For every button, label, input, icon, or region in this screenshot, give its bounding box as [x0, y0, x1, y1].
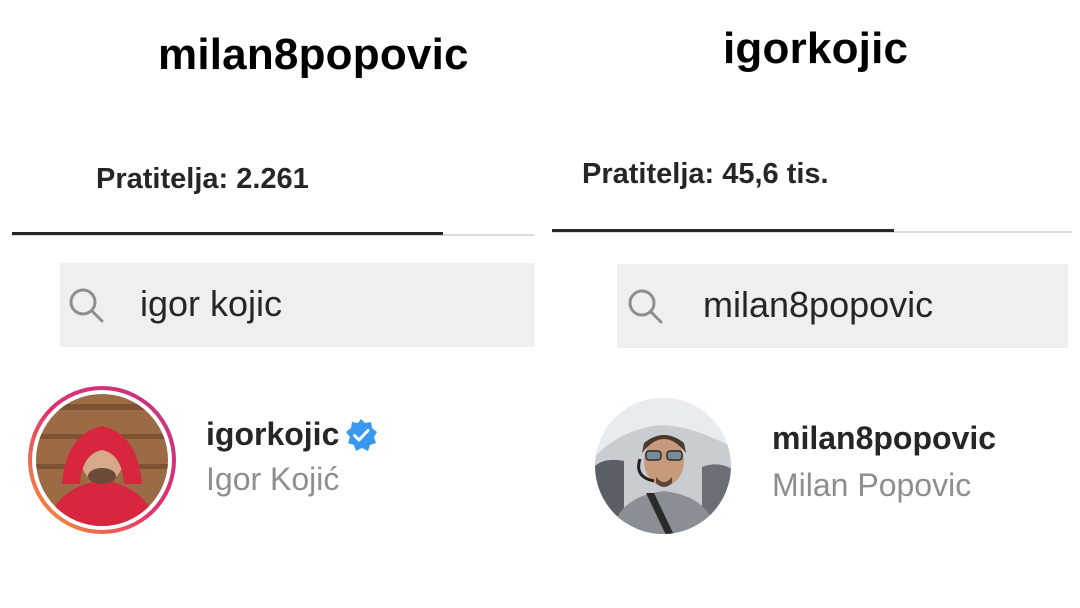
tab-active-indicator [12, 232, 443, 235]
followers-search-bar[interactable]: igor kojic [60, 263, 534, 347]
profile-username-title: igorkojic [723, 24, 909, 73]
followers-tab-label[interactable]: Pratitelja: 45,6 tis. [582, 158, 829, 191]
search-icon [628, 289, 663, 324]
avatar[interactable] [26, 384, 178, 536]
profile-username-title: milan8popovic [158, 30, 469, 79]
result-username[interactable]: igorkojic [206, 416, 339, 453]
result-full-name: Igor Kojić [206, 461, 340, 497]
search-result-row[interactable]: igorkojic Igor Kojić [0, 380, 540, 534]
search-icon [69, 288, 104, 323]
search-input[interactable]: igor kojic [140, 283, 282, 325]
profile-panel-igorkojic: igorkojic Pratitelja: 45,6 tis. milan8po… [540, 0, 1080, 608]
search-result-row[interactable]: milan8popovic Milan Popovic [540, 380, 1080, 534]
result-username[interactable]: milan8popovic [772, 420, 996, 457]
tab-active-indicator [552, 229, 894, 232]
followers-tab-label[interactable]: Pratitelja: 2.261 [96, 163, 309, 196]
result-full-name: Milan Popovic [772, 467, 972, 503]
avatar[interactable] [594, 397, 732, 535]
followers-search-bar[interactable]: milan8popovic [617, 264, 1068, 348]
search-input[interactable]: milan8popovic [703, 284, 933, 326]
profile-panel-milan8popovic: milan8popovic Pratitelja: 2.261 igor koj… [0, 0, 540, 608]
verified-badge-icon [346, 419, 377, 451]
